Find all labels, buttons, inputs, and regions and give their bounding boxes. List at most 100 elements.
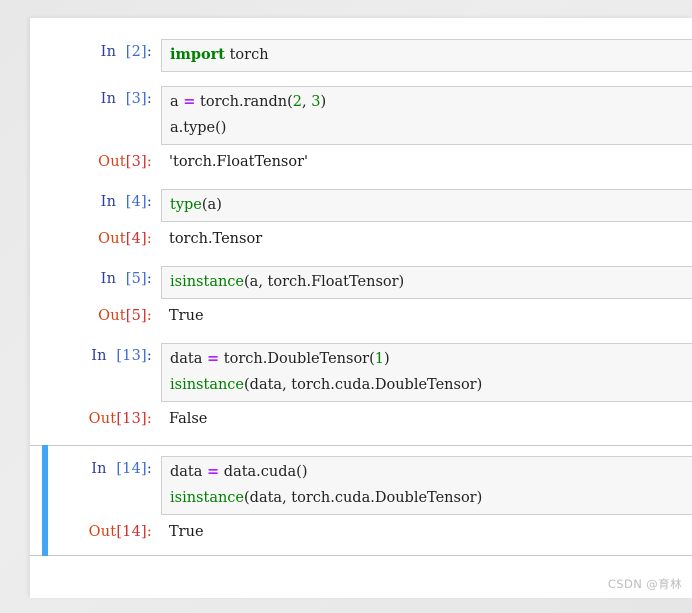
code-token: data (170, 351, 208, 367)
code-line: data = torch.DoubleTensor(1) (170, 346, 686, 372)
notebook-cell[interactable]: In [13]: data = torch.DoubleTensor(1) isin… (30, 336, 692, 439)
code-token: 1 (374, 351, 385, 367)
cell-output: 'torch.FloatTensor' (161, 149, 692, 175)
cell-output: torch.Tensor (161, 226, 692, 252)
prompt-number: [4] (125, 194, 147, 210)
code-token: data (170, 464, 208, 480)
out-prompt: Out[4]: (30, 226, 161, 252)
notebook-cell[interactable]: In [3]: a = torch.randn(2, 3) a.type() Out[… (30, 79, 692, 182)
cell-output-row: Out[14]: True (30, 519, 692, 545)
prompt-colon: : (146, 411, 152, 427)
output-line: 'torch.FloatTensor' (169, 154, 308, 170)
code-line: import torch (170, 42, 686, 68)
cell-output-row: Out[13]: False (30, 406, 692, 432)
code-token: type (170, 197, 202, 213)
code-token: ) (320, 94, 327, 110)
notebook-cell[interactable]: In [14]: data = data.cuda() isinstance(dat… (30, 445, 692, 556)
notebook-cell-list: In [2]: import torch In [3]: a = torch.rand… (30, 18, 692, 556)
code-editor[interactable]: data = data.cuda() isinstance(data, torch… (161, 456, 692, 515)
notebook-sheet: In [2]: import torch In [3]: a = torch.rand… (30, 18, 692, 598)
code-editor[interactable]: type(a) (161, 189, 692, 222)
prompt-number: [13] (116, 348, 147, 364)
prompt-number: [13] (116, 411, 147, 427)
prompt-word: Out (98, 231, 126, 247)
code-token: isinstance (170, 490, 245, 506)
prompt-colon: : (146, 231, 152, 247)
prompt-colon: : (146, 44, 152, 60)
prompt-number: [5] (125, 271, 147, 287)
prompt-word: In (100, 194, 126, 210)
prompt-number: [4] (125, 231, 147, 247)
out-prompt: Out[13]: (30, 406, 161, 432)
prompt-word: Out (88, 411, 117, 427)
code-token: data.cuda() (219, 464, 308, 480)
code-token: (a, torch.FloatTensor) (244, 274, 405, 290)
prompt-colon: : (146, 524, 152, 540)
code-line: a.type() (170, 115, 686, 141)
prompt-number: [14] (116, 524, 147, 540)
code-line: isinstance(a, torch.FloatTensor) (170, 269, 686, 295)
output-line: True (169, 524, 204, 540)
code-token: import (170, 46, 225, 63)
selected-cell-indicator (42, 445, 48, 556)
prompt-word: In (91, 461, 117, 477)
prompt-colon: : (146, 194, 152, 210)
code-token: isinstance (170, 274, 245, 290)
prompt-colon: : (146, 308, 152, 324)
prompt-number: [5] (125, 308, 147, 324)
code-token: (data, torch.cuda.DoubleTensor) (244, 490, 483, 506)
prompt-number: [14] (116, 461, 147, 477)
prompt-number: [3] (125, 91, 147, 107)
code-token: a (170, 94, 184, 110)
output-line: True (169, 308, 204, 324)
cell-output-row: Out[4]: torch.Tensor (30, 226, 692, 252)
code-editor[interactable]: data = torch.DoubleTensor(1) isinstance(d… (161, 343, 692, 402)
code-token: torch (225, 47, 269, 63)
output-line: False (169, 411, 208, 427)
code-line: isinstance(data, torch.cuda.DoubleTensor… (170, 485, 686, 511)
out-prompt: Out[3]: (30, 149, 161, 175)
in-prompt: In [14]: (30, 456, 161, 482)
code-line: type(a) (170, 192, 686, 218)
code-editor[interactable]: a = torch.randn(2, 3) a.type() (161, 86, 692, 145)
cell-output-row: Out[3]: 'torch.FloatTensor' (30, 149, 692, 175)
code-line: isinstance(data, torch.cuda.DoubleTensor… (170, 372, 686, 398)
cell-output: False (161, 406, 692, 432)
code-line: data = data.cuda() (170, 459, 686, 485)
prompt-word: In (100, 44, 126, 60)
prompt-colon: : (146, 348, 152, 364)
in-prompt: In [5]: (30, 266, 161, 292)
code-token: = (183, 93, 196, 110)
prompt-number: [2] (125, 44, 147, 60)
code-token: ) (384, 351, 390, 367)
out-prompt: Out[5]: (30, 303, 161, 329)
code-token: , (302, 94, 312, 110)
output-line: torch.Tensor (169, 231, 263, 247)
prompt-colon: : (146, 154, 152, 170)
prompt-word: In (91, 348, 117, 364)
code-token: (data, torch.cuda.DoubleTensor) (244, 377, 483, 393)
code-token: (a) (201, 197, 222, 213)
notebook-cell[interactable]: In [4]: type(a) Out[4]: torch.Tensor (30, 182, 692, 259)
prompt-word: In (100, 91, 126, 107)
notebook-cell[interactable]: In [5]: isinstance(a, torch.FloatTensor) O… (30, 259, 692, 336)
code-token: = (207, 350, 220, 367)
notebook-cell[interactable]: In [2]: import torch (30, 32, 692, 79)
prompt-colon: : (146, 461, 152, 477)
code-token: torch.randn (195, 94, 288, 110)
cell-input-row: In [13]: data = torch.DoubleTensor(1) isin… (30, 343, 692, 402)
code-editor[interactable]: import torch (161, 39, 692, 72)
in-prompt: In [3]: (30, 86, 161, 112)
cell-input-row: In [4]: type(a) (30, 189, 692, 222)
code-editor[interactable]: isinstance(a, torch.FloatTensor) (161, 266, 692, 299)
in-prompt: In [13]: (30, 343, 161, 369)
code-token: isinstance (170, 377, 245, 393)
code-token: a.type() (170, 120, 227, 136)
in-prompt: In [2]: (30, 39, 161, 65)
code-token: = (207, 463, 220, 480)
prompt-word: Out (98, 154, 126, 170)
cell-input-row: In [3]: a = torch.randn(2, 3) a.type() (30, 86, 692, 145)
code-token: torch.DoubleTensor (219, 351, 370, 367)
cell-input-row: In [5]: isinstance(a, torch.FloatTensor) (30, 266, 692, 299)
prompt-colon: : (146, 91, 152, 107)
